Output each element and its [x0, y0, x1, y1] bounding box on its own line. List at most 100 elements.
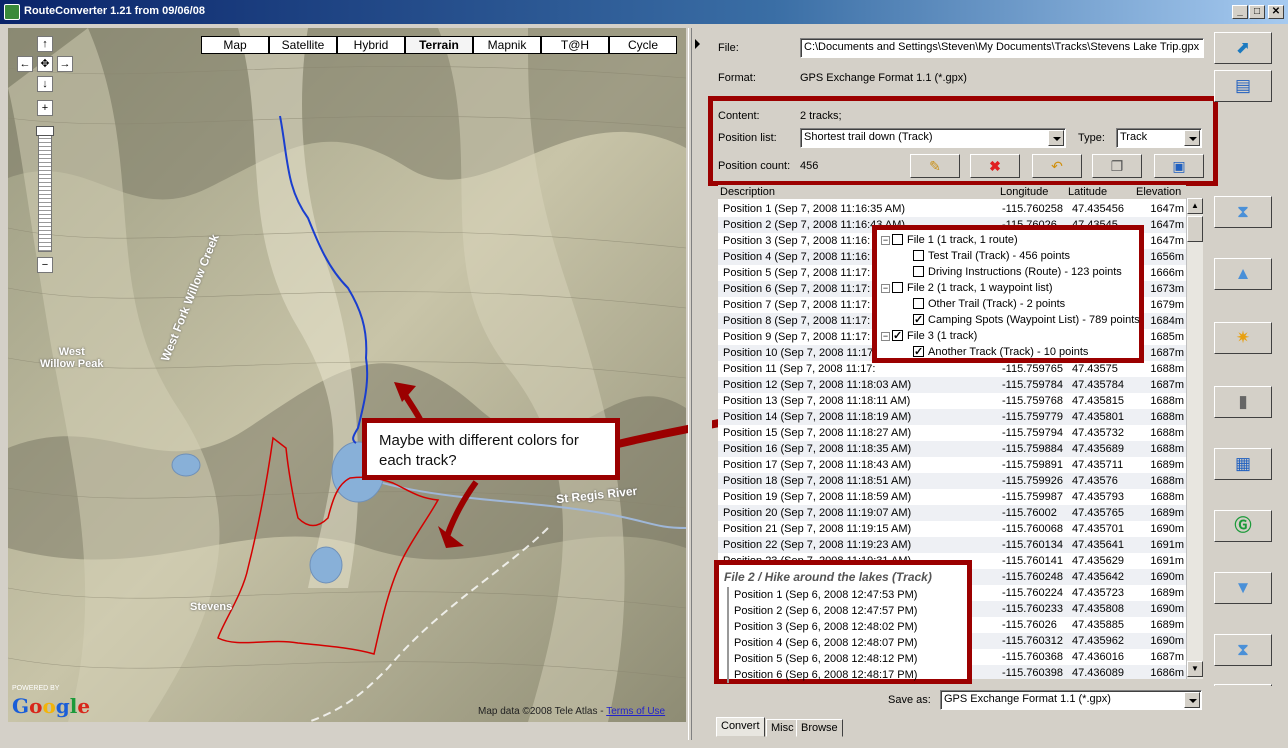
table-row[interactable]: Position 18 (Sep 7, 2008 11:18:51 AM) -11…: [718, 473, 1186, 489]
collapse-icon[interactable]: −: [881, 284, 890, 293]
map-type-hybrid[interactable]: Hybrid: [337, 36, 405, 54]
group-row[interactable]: Position 4 (Sep 6, 2008 12:48:07 PM): [727, 635, 917, 651]
tree-child-node[interactable]: Other Trail (Track) - 2 points: [913, 296, 1065, 312]
table-row[interactable]: Position 19 (Sep 7, 2008 11:18:59 AM) -11…: [718, 489, 1186, 505]
move-bottom-button[interactable]: ⧗: [1214, 634, 1272, 666]
pan-down-button[interactable]: ↓: [37, 76, 53, 92]
move-top-button[interactable]: ⧗: [1214, 196, 1272, 228]
table-view-button[interactable]: ▦: [1214, 448, 1272, 480]
dropdown-arrow-icon[interactable]: [1184, 692, 1200, 708]
delete-button[interactable]: ✖: [970, 154, 1020, 178]
tree-file-node[interactable]: − File 2 (1 track, 1 waypoint list): [881, 280, 1053, 296]
tab-convert[interactable]: Convert: [716, 717, 765, 737]
tab-browse[interactable]: Browse: [796, 719, 843, 737]
rename-button[interactable]: ✎: [910, 154, 960, 178]
checkbox[interactable]: [913, 266, 924, 277]
move-up-button[interactable]: ▲: [1214, 258, 1272, 290]
group-row[interactable]: Position 6 (Sep 6, 2008 12:48:17 PM): [727, 667, 917, 683]
maximize-button[interactable]: □: [1249, 5, 1265, 19]
new-list-button[interactable]: ▣: [1154, 154, 1204, 178]
type-select[interactable]: Track: [1116, 128, 1202, 148]
table-row[interactable]: Position 11 (Sep 7, 2008 11:17: -115.7597…: [718, 361, 1186, 377]
table-row[interactable]: Position 22 (Sep 7, 2008 11:19:23 AM) -11…: [718, 537, 1186, 553]
map-type-terrain[interactable]: Terrain: [405, 36, 473, 54]
zoom-in-button[interactable]: +: [37, 100, 53, 116]
file-path-field[interactable]: C:\Documents and Settings\Steven\My Docu…: [800, 38, 1204, 58]
google-logo[interactable]: Google: [12, 694, 90, 718]
collapse-left-icon[interactable]: [695, 39, 700, 49]
map-type-mapnik[interactable]: Mapnik: [473, 36, 541, 54]
save-as-select[interactable]: GPS Exchange Format 1.1 (*.gpx): [940, 690, 1202, 710]
tree-node-label: Another Track (Track) - 10 points: [928, 346, 1089, 358]
col-description[interactable]: Description: [720, 186, 775, 198]
table-row[interactable]: Position 15 (Sep 7, 2008 11:18:27 AM) -11…: [718, 425, 1186, 441]
terms-of-use-link[interactable]: Terms of Use: [606, 706, 665, 717]
pan-center-button[interactable]: ✥: [37, 56, 53, 72]
collapse-icon[interactable]: −: [881, 236, 890, 245]
col-elevation[interactable]: Elevation: [1136, 186, 1181, 198]
map-type-cycle[interactable]: Cycle: [609, 36, 677, 54]
open-folder-button[interactable]: ▤: [1214, 70, 1272, 102]
file-tree-mockup[interactable]: − File 1 (1 track, 1 route) Test Trail (Tr…: [872, 225, 1144, 363]
tree-file-node[interactable]: − File 1 (1 track, 1 route): [881, 232, 1018, 248]
collapse-icon[interactable]: −: [881, 332, 890, 341]
checkbox[interactable]: [913, 312, 924, 328]
copy-button[interactable]: ❐: [1092, 154, 1142, 178]
zoom-slider[interactable]: [38, 126, 52, 252]
map-type-satellite[interactable]: Satellite: [269, 36, 337, 54]
position-list-select[interactable]: Shortest trail down (Track): [800, 128, 1066, 148]
scroll-thumb[interactable]: [1187, 216, 1203, 242]
map-type-tah[interactable]: T@H: [541, 36, 609, 54]
cell-latitude: 47.435689: [1072, 443, 1124, 455]
checkbox[interactable]: [913, 250, 924, 261]
checkbox[interactable]: [892, 328, 903, 344]
tree-child-node[interactable]: Another Track (Track) - 10 points: [913, 344, 1088, 360]
zoom-out-button[interactable]: −: [37, 257, 53, 273]
tree-child-node[interactable]: Driving Instructions (Route) - 123 point…: [913, 264, 1122, 280]
pan-left-button[interactable]: ←: [17, 56, 33, 72]
tree-child-node[interactable]: Test Trail (Track) - 456 points: [913, 248, 1070, 264]
group-row[interactable]: Position 5 (Sep 6, 2008 12:48:12 PM): [727, 651, 917, 667]
checkbox[interactable]: [913, 344, 924, 360]
map-view[interactable]: Map Satellite Hybrid Terrain Mapnik T@H …: [8, 28, 686, 722]
insert-button[interactable]: ✷: [1214, 322, 1272, 354]
scroll-up-icon[interactable]: ▲: [1187, 198, 1203, 214]
geocode-button[interactable]: Ⓖ: [1214, 510, 1272, 542]
group-row[interactable]: Position 2 (Sep 6, 2008 12:47:57 PM): [727, 603, 917, 619]
table-row[interactable]: Position 16 (Sep 7, 2008 11:18:35 AM) -11…: [718, 441, 1186, 457]
title-bar[interactable]: RouteConverter 1.21 from 09/06/08 _ □ ✕: [0, 0, 1288, 24]
dropdown-arrow-icon[interactable]: [1048, 130, 1064, 146]
table-row[interactable]: Position 21 (Sep 7, 2008 11:19:15 AM) -11…: [718, 521, 1186, 537]
tree-child-node[interactable]: Camping Spots (Waypoint List) - 789 poin…: [913, 312, 1140, 328]
scroll-down-icon[interactable]: ▼: [1187, 661, 1203, 677]
checkbox[interactable]: [892, 234, 903, 245]
checkbox[interactable]: [913, 298, 924, 309]
group-row[interactable]: Position 3 (Sep 6, 2008 12:48:02 PM): [727, 619, 917, 635]
group-row[interactable]: Position 1 (Sep 6, 2008 12:47:53 PM): [727, 587, 917, 603]
pan-right-button[interactable]: →: [57, 56, 73, 72]
table-row[interactable]: Position 17 (Sep 7, 2008 11:18:43 AM) -11…: [718, 457, 1186, 473]
table-row[interactable]: Position 13 (Sep 7, 2008 11:18:11 AM) -11…: [718, 393, 1186, 409]
tree-file-node[interactable]: − File 3 (1 track): [881, 328, 977, 344]
map-type-map[interactable]: Map: [201, 36, 269, 54]
pan-up-button[interactable]: ↑: [37, 36, 53, 52]
table-scrollbar[interactable]: ▲ ▼: [1186, 198, 1203, 679]
table-row[interactable]: Position 1 (Sep 7, 2008 11:16:35 AM) -115…: [718, 201, 1186, 217]
cell-elevation: 1687m: [1150, 347, 1184, 359]
dropdown-arrow-icon[interactable]: [1184, 130, 1200, 146]
cell-latitude: 47.435808: [1072, 603, 1124, 615]
tab-misc[interactable]: Misc: [766, 719, 799, 737]
table-row[interactable]: Position 14 (Sep 7, 2008 11:18:19 AM) -11…: [718, 409, 1186, 425]
delete-positions-button[interactable]: ▮: [1214, 386, 1272, 418]
table-row[interactable]: Position 12 (Sep 7, 2008 11:18:03 AM) -11…: [718, 377, 1186, 393]
move-down-button[interactable]: ▼: [1214, 572, 1272, 604]
checkbox[interactable]: [892, 282, 903, 293]
zoom-slider-thumb[interactable]: [36, 126, 54, 136]
minimize-button[interactable]: _: [1232, 5, 1248, 19]
open-file-button[interactable]: ⬈: [1214, 32, 1272, 64]
col-longitude[interactable]: Longitude: [1000, 186, 1048, 198]
revert-button[interactable]: ↶: [1032, 154, 1082, 178]
table-row[interactable]: Position 20 (Sep 7, 2008 11:19:07 AM) -11…: [718, 505, 1186, 521]
close-button[interactable]: ✕: [1268, 5, 1284, 19]
col-latitude[interactable]: Latitude: [1068, 186, 1107, 198]
